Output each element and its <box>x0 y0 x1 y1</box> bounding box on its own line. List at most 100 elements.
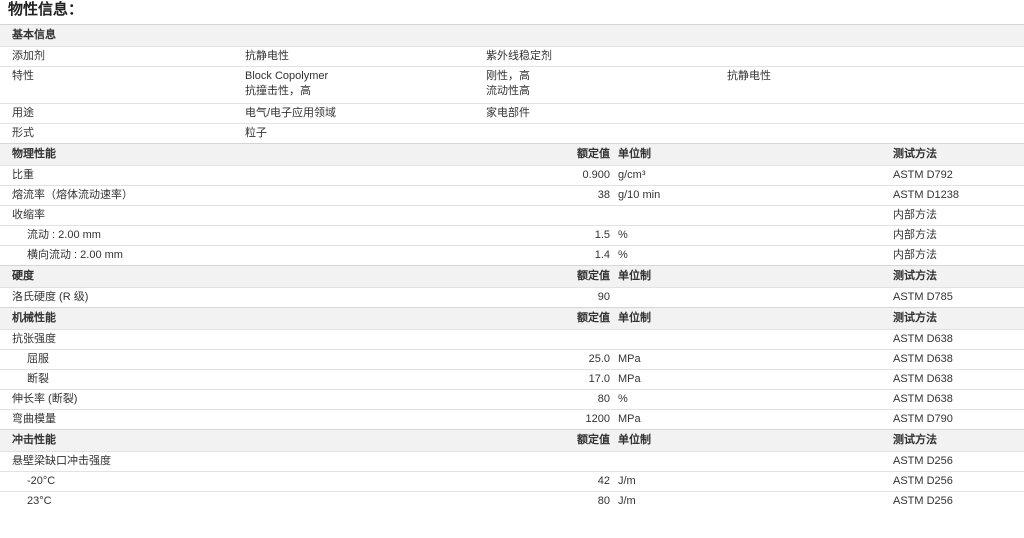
row-label: 横向流动 : 2.00 mm <box>27 249 123 261</box>
row-value: Block Copolymer <box>245 70 329 82</box>
row-label: 断裂 <box>27 373 49 385</box>
column-header-unit: 单位制 <box>618 312 651 324</box>
section-title: 物理性能 <box>12 148 56 160</box>
row-label: 流动 : 2.00 mm <box>27 229 101 241</box>
row-method: ASTM D638 <box>893 373 953 385</box>
row-value: 1200 <box>585 413 610 425</box>
row-value-cell: 刚性，高 流动性高 <box>474 67 715 104</box>
section-header: 物理性能 额定值 单位制 测试方法 <box>0 143 1024 166</box>
row-method: ASTM D1238 <box>893 189 960 201</box>
table-row: 洛氏硬度 (R 级) 90 ASTM D785 <box>0 287 1024 308</box>
table-row: 用途 电气/电子应用领域 家电部件 <box>0 103 1024 124</box>
row-label: 用途 <box>12 107 34 119</box>
row-method: ASTM D256 <box>893 455 953 467</box>
row-method: 内部方法 <box>893 229 937 241</box>
row-unit <box>614 330 881 350</box>
row-unit <box>614 206 881 226</box>
row-method: ASTM D638 <box>893 333 953 345</box>
column-header-value: 额定值 <box>577 312 610 324</box>
basic-info-table: 基本信息 添加剂 抗静电性 紫外线稳定剂 特性 Block Copolymer … <box>0 24 1024 143</box>
row-label: 洛氏硬度 (R 级) <box>12 291 89 303</box>
table-row: 横向流动 : 2.00 mm 1.4% 内部方法 <box>0 245 1024 266</box>
row-value: 1.5 <box>594 229 610 241</box>
row-value: 25.0 <box>588 353 610 365</box>
table-row: 抗张强度 ASTM D638 <box>0 329 1024 350</box>
table-row: 屈服 25.0 MPa ASTM D638 <box>0 349 1024 370</box>
table-row: 弯曲模量 1200 MPa ASTM D790 <box>0 409 1024 430</box>
column-header-unit: 单位制 <box>618 434 651 446</box>
row-value <box>474 124 715 144</box>
table-row: 断裂 17.0 MPa ASTM D638 <box>0 369 1024 390</box>
row-value: 紫外线稳定剂 <box>486 50 552 62</box>
row-label: 特性 <box>12 70 34 82</box>
row-value: 80 <box>597 393 610 405</box>
row-value <box>715 124 1024 144</box>
row-label: 比重 <box>12 169 34 181</box>
row-method: ASTM D638 <box>893 353 953 365</box>
column-header-method: 测试方法 <box>893 148 937 160</box>
row-value: 抗静电性 <box>727 70 771 82</box>
column-header-value: 额定值 <box>577 434 610 446</box>
row-unit <box>614 452 881 472</box>
row-label: 形式 <box>12 127 34 139</box>
row-value: 抗静电性 <box>245 50 289 62</box>
row-value: 抗撞击性，高 <box>245 85 311 97</box>
row-value <box>715 47 1024 67</box>
row-unit: % <box>618 249 628 261</box>
column-header-method: 测试方法 <box>893 270 937 282</box>
row-value <box>715 104 1024 124</box>
row-value: 流动性高 <box>486 85 530 97</box>
row-unit: J/m <box>618 475 636 487</box>
table-row: 比重 0.900 g/cm³ ASTM D792 <box>0 165 1024 186</box>
row-label: 屈服 <box>27 353 49 365</box>
table-row: 23°C 80 J/m ASTM D256 <box>0 491 1024 512</box>
row-unit: MPa <box>618 353 641 365</box>
table-row: 伸长率 (断裂) 80% ASTM D638 <box>0 389 1024 410</box>
section-header: 机械性能 额定值 单位制 测试方法 <box>0 307 1024 330</box>
row-value: 17.0 <box>588 373 610 385</box>
section-header: 冲击性能 额定值 单位制 测试方法 <box>0 429 1024 452</box>
row-unit: g/cm³ <box>618 169 646 181</box>
section-header-basic: 基本信息 <box>0 24 1024 47</box>
row-unit: J/m <box>618 495 636 507</box>
row-value: 家电部件 <box>486 107 530 119</box>
row-method: ASTM D785 <box>893 291 953 303</box>
table-row: 添加剂 抗静电性 紫外线稳定剂 <box>0 46 1024 67</box>
row-value: 0.900 <box>582 169 610 181</box>
table-row: 流动 : 2.00 mm 1.5% 内部方法 <box>0 225 1024 246</box>
column-header-unit: 单位制 <box>618 148 651 160</box>
row-value: 42 <box>597 475 610 487</box>
row-value: 刚性，高 <box>486 70 530 82</box>
row-method: ASTM D638 <box>893 393 953 405</box>
section-title: 基本信息 <box>12 29 56 41</box>
section-header: 硬度 额定值 单位制 测试方法 <box>0 265 1024 288</box>
table-row: 熔流率（熔体流动速率） 38 g/10 min ASTM D1238 <box>0 185 1024 206</box>
row-value: 90 <box>597 291 610 303</box>
column-header-method: 测试方法 <box>893 312 937 324</box>
column-header-unit: 单位制 <box>618 270 651 282</box>
row-value <box>474 206 614 226</box>
row-method: ASTM D790 <box>893 413 953 425</box>
row-method: 内部方法 <box>893 249 937 261</box>
row-label: 伸长率 (断裂) <box>12 393 78 405</box>
row-value: 38 <box>597 189 610 201</box>
row-value: 80 <box>597 495 610 507</box>
row-method: ASTM D792 <box>893 169 953 181</box>
page-title: 物性信息： <box>8 0 84 18</box>
row-unit: % <box>618 393 628 405</box>
row-value: 1.4 <box>594 249 610 261</box>
table-row: 悬壁梁缺口冲击强度 ASTM D256 <box>0 451 1024 472</box>
table-row: -20°C 42 J/m ASTM D256 <box>0 471 1024 492</box>
row-label: 收缩率 <box>12 209 45 221</box>
section-title: 硬度 <box>12 270 34 282</box>
table-row: 特性 Block Copolymer 抗撞击性，高 刚性，高 流动性高 抗静电性 <box>0 66 1024 104</box>
row-unit: MPa <box>618 373 641 385</box>
table-row: 形式 粒子 <box>0 123 1024 144</box>
row-method: ASTM D256 <box>893 475 953 487</box>
table-row: 收缩率 内部方法 <box>0 205 1024 226</box>
row-label: 抗张强度 <box>12 333 56 345</box>
row-unit <box>614 288 881 308</box>
row-label: -20°C <box>27 475 56 487</box>
column-header-value: 额定值 <box>577 270 610 282</box>
section-title: 机械性能 <box>12 312 56 324</box>
